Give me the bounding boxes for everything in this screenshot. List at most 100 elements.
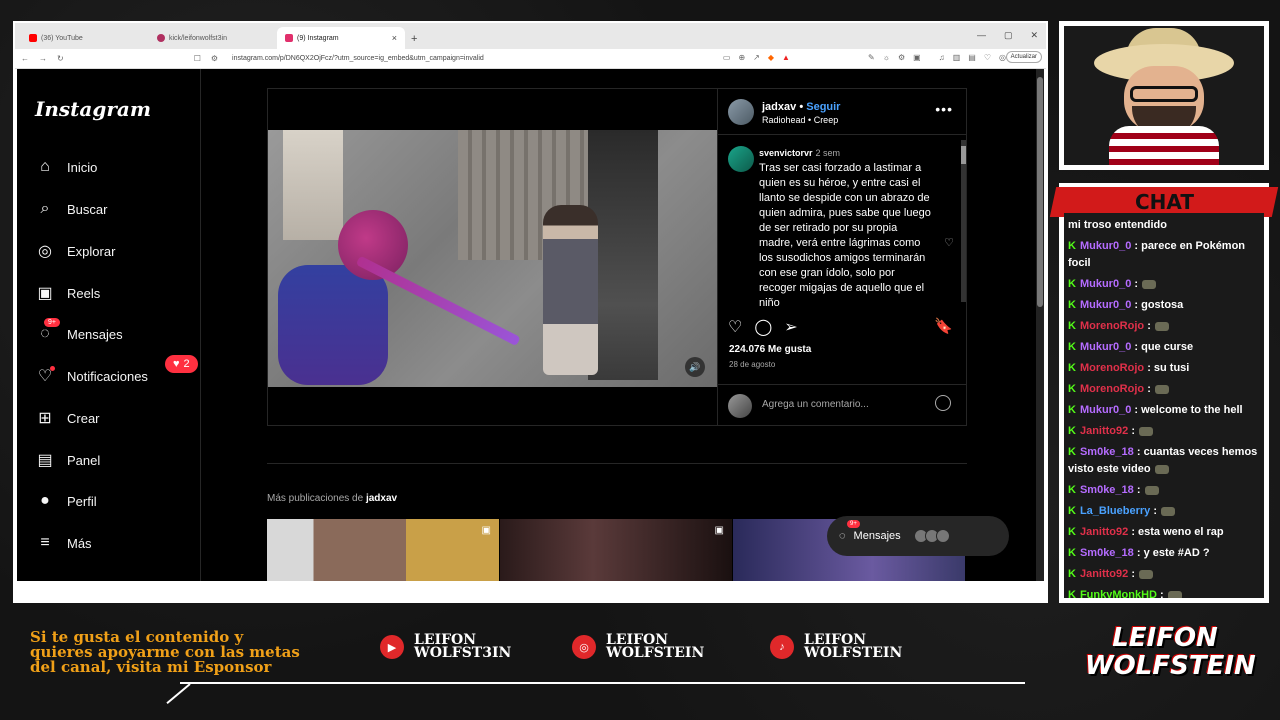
sidebar-icon[interactable]: ▥ (953, 53, 961, 62)
post-thumbnail[interactable]: ▣ (500, 519, 732, 581)
tab-instagram[interactable]: (9) Instagram × (277, 27, 405, 49)
more-posts-username[interactable]: jadxav (366, 493, 397, 504)
minimize-icon[interactable]: — (977, 30, 986, 41)
chat-message: K Sm0ke_18 : y este #AD ? (1068, 545, 1260, 562)
chat-username[interactable]: FunkyMonkHD (1080, 589, 1157, 598)
update-button[interactable]: Actualizar (1005, 51, 1042, 63)
nav-notificaciones[interactable]: ♡ Notificaciones (35, 366, 148, 386)
video-man (283, 130, 343, 240)
post-username[interactable]: jadxav (762, 101, 796, 113)
chat-username[interactable]: La_Blueberry (1080, 505, 1150, 517)
volume-icon[interactable]: 🔊 (685, 357, 705, 377)
messages-floating-bar[interactable]: ◌ 9+ Mensajes (827, 516, 1009, 556)
extension-icon[interactable]: ✎ (868, 53, 875, 62)
comment-icon[interactable]: ◯ (754, 317, 772, 337)
extension-icon[interactable]: ☼ (883, 53, 890, 62)
compass-icon: ◎ (38, 243, 52, 260)
nav-crear[interactable]: ⊞ Crear (35, 408, 99, 428)
social-name: WOLFSTEIN (606, 645, 705, 661)
chat-text: : (1160, 589, 1164, 598)
nav-perfil[interactable]: ● Perfil (35, 491, 96, 511)
maximize-icon[interactable]: ▢ (1004, 30, 1013, 41)
close-window-icon[interactable]: ✕ (1030, 30, 1038, 41)
site-info-icon[interactable]: ⚙ (211, 54, 218, 63)
chat-username[interactable]: Sm0ke_18 (1080, 484, 1134, 496)
nav-inicio[interactable]: ⌂ Inicio (35, 157, 97, 177)
chat-username[interactable]: Mukur0_0 (1080, 299, 1131, 311)
avatar[interactable] (728, 146, 754, 172)
emote-icon (1154, 384, 1169, 394)
tab-kick[interactable]: kick/leifonwolfst3in (149, 27, 277, 49)
more-posts-heading: Más publicaciones de jadxav (267, 493, 397, 504)
nav-mensajes[interactable]: ◌ 9+ Mensajes (35, 318, 123, 344)
scrollbar-thumb[interactable] (1037, 77, 1043, 307)
chat-username[interactable]: Sm0ke_18 (1080, 446, 1134, 458)
back-icon[interactable]: ← (21, 54, 29, 63)
striped-shirt (1109, 126, 1219, 165)
chat-message: K MorenoRojo : (1068, 318, 1260, 335)
extension-icon[interactable]: ▣ (913, 53, 921, 62)
close-tab-icon[interactable]: × (392, 33, 397, 43)
nav-buscar[interactable]: ⌕ Buscar (35, 199, 108, 219)
more-options-icon[interactable]: ••• (935, 101, 953, 117)
post-thumbnail[interactable]: ▣ (267, 519, 499, 581)
notification-pill[interactable]: ♥ 2 (165, 355, 198, 373)
post-media[interactable]: 🔊 (268, 89, 717, 425)
chat-username[interactable]: Mukur0_0 (1080, 278, 1131, 290)
chat-username[interactable]: Janitto92 (1080, 526, 1128, 538)
chat-username[interactable]: Janitto92 (1080, 568, 1128, 580)
forward-icon[interactable]: → (39, 54, 47, 63)
instagram-logo[interactable]: Instagram (35, 97, 151, 121)
nav-explorar[interactable]: ◎ Explorar (35, 241, 115, 261)
page-scrollbar[interactable] (1036, 69, 1044, 581)
share-icon[interactable]: ➢ (784, 317, 797, 337)
nav-reels[interactable]: ▣ Reels (35, 283, 100, 303)
url-input[interactable]: instagram.com/p/DN6QX2OjFcz/?utm_source=… (232, 55, 484, 62)
brave-shield-icon[interactable]: ◆ (768, 53, 774, 62)
emote-icon (1167, 590, 1182, 598)
new-tab-button[interactable]: + (411, 33, 417, 45)
kick-badge-icon: K (1068, 299, 1076, 311)
kick-badge-icon: K (1068, 446, 1076, 458)
post-song[interactable]: Radiohead • Creep (762, 115, 838, 125)
heart-filled-icon: ♥ (173, 358, 180, 370)
like-comment-icon[interactable]: ♡ (944, 236, 954, 249)
chat-username[interactable]: MorenoRojo (1080, 362, 1144, 374)
avatar[interactable] (728, 99, 754, 125)
like-count[interactable]: 224.076 Me gusta (729, 344, 811, 355)
emoji-icon[interactable] (935, 395, 951, 411)
extensions-icon[interactable]: ◎ (999, 53, 1006, 62)
music-icon[interactable]: ♫ (939, 53, 945, 62)
nav-panel[interactable]: ▤ Panel (35, 450, 100, 470)
tab-youtube[interactable]: (36) YouTube (21, 27, 149, 49)
like-icon[interactable]: ♡ (728, 317, 742, 337)
bookmark-icon[interactable]: ☐ (194, 54, 201, 63)
comment-scrollbar[interactable] (961, 140, 966, 302)
kick-badge-icon: K (1068, 278, 1076, 290)
tab-label: (36) YouTube (41, 34, 83, 42)
reload-icon[interactable]: ↻ (57, 54, 64, 63)
video-frame[interactable]: 🔊 (268, 130, 717, 387)
vpn-icon[interactable]: ♡ (984, 53, 991, 62)
wallet-icon[interactable]: ▤ (968, 53, 976, 62)
save-icon[interactable]: 🔖 (934, 317, 953, 335)
chat-username[interactable]: MorenoRojo (1080, 320, 1144, 332)
comment-input[interactable]: Agrega un comentario... (762, 399, 869, 410)
rewards-icon[interactable]: ▲ (782, 53, 790, 62)
cast-icon[interactable]: ▭ (723, 53, 731, 62)
chat-username[interactable]: Mukur0_0 (1080, 341, 1131, 353)
footer-line-slant (166, 683, 191, 705)
zoom-icon[interactable]: ⊕ (738, 53, 745, 62)
nav-mas[interactable]: ≡ Más (35, 533, 91, 553)
chat-username[interactable]: Janitto92 (1080, 425, 1128, 437)
chat-username[interactable]: Mukur0_0 (1080, 404, 1131, 416)
follow-button[interactable]: Seguir (806, 101, 840, 113)
extension-icon[interactable]: ⚙ (898, 53, 905, 62)
chat-username[interactable]: MorenoRojo (1080, 383, 1144, 395)
comment-username[interactable]: svenvictorvr (759, 148, 813, 158)
share-icon[interactable]: ↗ (753, 53, 760, 62)
chat-username[interactable]: Mukur0_0 (1080, 240, 1131, 252)
chat-username[interactable]: Sm0ke_18 (1080, 547, 1134, 559)
menu-icon: ≡ (40, 534, 50, 551)
search-icon: ⌕ (40, 200, 50, 217)
